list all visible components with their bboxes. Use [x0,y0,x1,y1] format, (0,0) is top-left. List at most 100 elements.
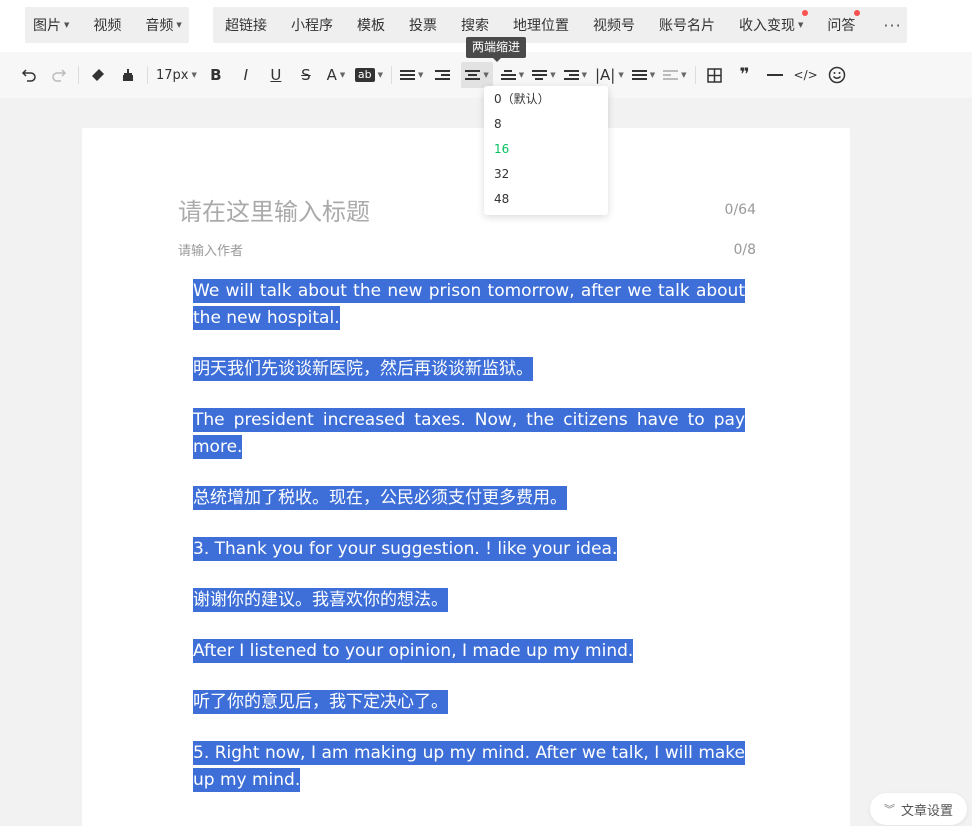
paragraph[interactable]: 5. Right now, I am making up my mind. Af… [193,740,745,794]
list-button[interactable]: ▼ [631,62,655,88]
emoji-button[interactable] [826,62,848,88]
menu-audio[interactable]: 音频 ▼ [145,15,181,35]
menu-template-label: 模板 [357,18,385,34]
menu-hyperlink[interactable]: 超链接 [225,15,267,35]
author-row: 请输入作者 0/8 [178,240,756,260]
line-height-icon [500,68,516,82]
menu-video[interactable]: 视频 [93,15,121,35]
underline-button[interactable]: U [265,62,287,88]
menu-mini-program-label: 小程序 [291,18,333,34]
bold-button[interactable]: B [205,62,227,88]
paragraph[interactable]: 听了你的意见后，我下定决心了。 [193,689,745,716]
float-button[interactable]: ▼ [663,62,687,88]
eraser-button[interactable] [87,62,109,88]
selected-text: 听了你的意见后，我下定决心了。 [193,690,448,714]
chevron-down-icon: ▼ [64,21,70,29]
menu-qa-label: 问答 [827,18,856,34]
selected-text: After I listened to your opinion, I made… [193,639,634,663]
table-button[interactable] [704,62,726,88]
paragraph[interactable]: After I listened to your opinion, I made… [193,638,745,665]
paragraph[interactable]: 总统增加了税收。现在，公民必须支付更多费用。 [193,485,745,512]
divider [78,66,79,84]
redo-button[interactable] [48,62,70,88]
chevron-down-icon: ▼ [681,71,687,79]
menu-audio-label: 音频 [145,18,174,34]
menu-monetize[interactable]: 收入变现 ▼ [739,10,809,35]
redo-icon [52,69,67,82]
align-icon [400,68,416,82]
menu-channels[interactable]: 视频号 [593,15,635,35]
paragraph-spacing-button[interactable]: ▼ [532,62,556,88]
menu-video-label: 视频 [93,18,122,34]
font-color-icon: A [326,66,337,84]
indent-option-selected[interactable]: 16 [484,137,608,162]
menu-mini-program[interactable]: 小程序 [291,15,333,35]
menu-channels-label: 视频号 [593,18,635,34]
insert-group: 超链接 小程序 模板 投票 搜索 地理位置 视频号 账号名片 收入变现 ▼ 问答 … [213,7,907,43]
background-color-button[interactable]: ab ▼ [354,62,384,88]
divider-line-button[interactable] [764,62,786,88]
undo-icon [21,69,36,82]
format-painter-button[interactable] [117,62,139,88]
menu-qa[interactable]: 问答 [827,10,861,35]
paragraph[interactable]: 3. Thank you for your suggestion. ! like… [193,536,745,563]
divider [147,66,148,84]
title-row: 请在这里输入标题 0/64 [178,192,756,227]
chevron-down-icon: ▼ [377,71,384,79]
justify-indent-tooltip: 两端缩进 [466,37,527,62]
menu-vote-label: 投票 [409,18,437,34]
title-input[interactable]: 请在这里输入标题 [178,192,370,227]
article-body[interactable]: We will talk about the new prison tomorr… [193,278,745,794]
justify-indent-icon [465,68,481,82]
italic-button[interactable]: I [235,62,257,88]
menu-template[interactable]: 模板 [357,15,385,35]
chevron-down-icon: ▼ [176,21,182,29]
paragraph[interactable]: The president increased taxes. Now, the … [193,407,745,461]
double-chevron-down-icon: ︾ [884,803,895,816]
author-input[interactable]: 请输入作者 [178,240,243,259]
menu-hyperlink-label: 超链接 [225,18,267,34]
list-indent-button[interactable]: ▼ [563,62,587,88]
indent-dropdown: 0（默认） 8 16 32 48 [484,86,608,215]
paragraph[interactable]: We will talk about the new prison tomorr… [193,278,745,332]
indent-option[interactable]: 48 [484,187,608,212]
undo-button[interactable] [18,62,40,88]
font-size-select[interactable]: 17px ▼ [156,62,197,88]
quote-button[interactable]: ❞ [734,62,756,88]
indent-icon [434,68,450,82]
indent-option[interactable]: 0（默认） [484,87,608,112]
justify-indent-button[interactable]: ▼ [461,62,493,88]
indent-button[interactable] [431,62,453,88]
menu-account-card[interactable]: 账号名片 [659,15,715,35]
notification-dot [802,10,809,16]
strikethrough-button[interactable]: S [295,62,317,88]
menu-search[interactable]: 搜索 [461,15,489,35]
chevron-down-icon: ▼ [339,71,346,79]
menu-vote[interactable]: 投票 [409,15,437,35]
table-icon [707,67,722,83]
article-settings-button[interactable]: ︾ 文章设置 [870,793,968,825]
notification-dot [854,10,861,16]
chevron-down-icon: ▼ [550,71,556,79]
author-char-count: 0/8 [733,241,756,258]
menu-image-label: 图片 [33,18,61,34]
font-color-button[interactable]: A ▼ [325,62,347,88]
paragraph[interactable]: 明天我们先谈谈新医院，然后再谈谈新监狱。 [193,356,745,383]
letter-spacing-icon: |A| [594,66,616,84]
title-char-count: 0/64 [724,201,756,218]
divider [391,66,393,84]
align-button[interactable]: ▼ [400,62,423,88]
paragraph[interactable]: 谢谢你的建议。我喜欢你的想法。 [193,587,745,614]
selected-text: 5. Right now, I am making up my mind. Af… [193,741,745,792]
selected-text: 明天我们先谈谈新医院，然后再谈谈新监狱。 [193,357,533,381]
line-height-button[interactable]: ▼ [500,62,524,88]
letter-spacing-button[interactable]: |A| ▼ [595,62,624,88]
selected-text: 总统增加了税收。现在，公民必须支付更多费用。 [193,486,567,510]
code-button[interactable]: </> [794,62,818,88]
menu-image[interactable]: 图片 ▼ [33,15,69,35]
more-icon[interactable]: ··· [883,16,901,35]
indent-option[interactable]: 8 [484,112,608,137]
indent-option[interactable]: 32 [484,162,608,187]
menu-location[interactable]: 地理位置 [513,15,569,35]
format-painter-icon [123,69,133,81]
